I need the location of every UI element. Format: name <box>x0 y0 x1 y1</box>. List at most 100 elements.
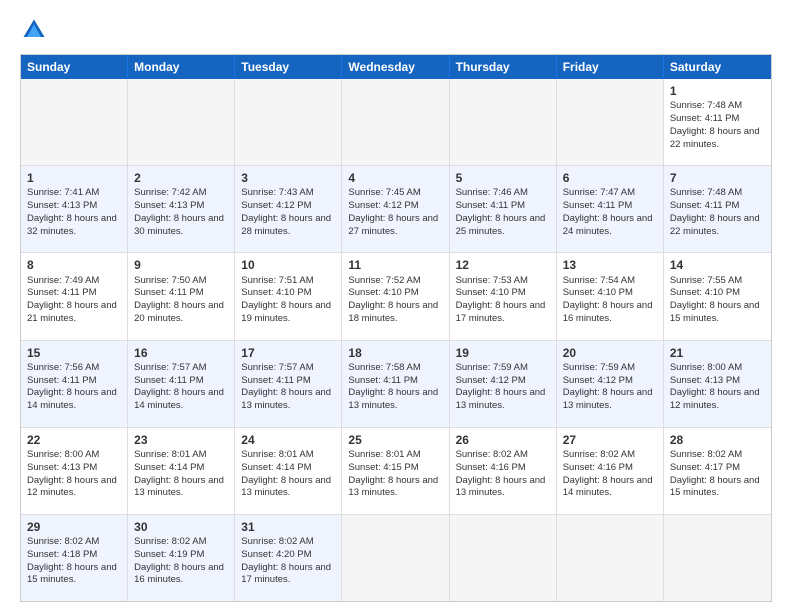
day-number: 10 <box>241 257 335 273</box>
calendar-row-1: 1Sunrise: 7:41 AM Sunset: 4:13 PM Daylig… <box>21 165 771 252</box>
day-header-thursday: Thursday <box>450 55 557 79</box>
day-number: 7 <box>670 170 765 186</box>
day-cell-29: 29Sunrise: 8:02 AM Sunset: 4:18 PM Dayli… <box>21 515 128 601</box>
day-cell-28: 28Sunrise: 8:02 AM Sunset: 4:17 PM Dayli… <box>664 428 771 514</box>
day-info: Sunrise: 7:53 AM Sunset: 4:10 PM Dayligh… <box>456 275 546 324</box>
day-cell-25: 25Sunrise: 8:01 AM Sunset: 4:15 PM Dayli… <box>342 428 449 514</box>
page: SundayMondayTuesdayWednesdayThursdayFrid… <box>0 0 792 612</box>
day-number: 21 <box>670 345 765 361</box>
day-info: Sunrise: 7:47 AM Sunset: 4:11 PM Dayligh… <box>563 187 653 236</box>
day-number: 24 <box>241 432 335 448</box>
empty-cell <box>450 515 557 601</box>
day-info: Sunrise: 7:50 AM Sunset: 4:11 PM Dayligh… <box>134 275 224 324</box>
day-cell-6: 6Sunrise: 7:47 AM Sunset: 4:11 PM Daylig… <box>557 166 664 252</box>
calendar-row-4: 22Sunrise: 8:00 AM Sunset: 4:13 PM Dayli… <box>21 427 771 514</box>
day-number: 3 <box>241 170 335 186</box>
empty-cell <box>342 79 449 165</box>
day-header-friday: Friday <box>557 55 664 79</box>
day-info: Sunrise: 7:45 AM Sunset: 4:12 PM Dayligh… <box>348 187 438 236</box>
day-info: Sunrise: 7:51 AM Sunset: 4:10 PM Dayligh… <box>241 275 331 324</box>
day-info: Sunrise: 7:52 AM Sunset: 4:10 PM Dayligh… <box>348 275 438 324</box>
day-number: 25 <box>348 432 442 448</box>
day-number: 8 <box>27 257 121 273</box>
calendar-row-0: 1Sunrise: 7:48 AM Sunset: 4:11 PM Daylig… <box>21 79 771 165</box>
day-info: Sunrise: 8:00 AM Sunset: 4:13 PM Dayligh… <box>27 449 117 498</box>
day-info: Sunrise: 8:02 AM Sunset: 4:18 PM Dayligh… <box>27 536 117 585</box>
day-number: 23 <box>134 432 228 448</box>
day-cell-15: 15Sunrise: 7:56 AM Sunset: 4:11 PM Dayli… <box>21 341 128 427</box>
day-cell-7: 7Sunrise: 7:48 AM Sunset: 4:11 PM Daylig… <box>664 166 771 252</box>
day-info: Sunrise: 8:01 AM Sunset: 4:15 PM Dayligh… <box>348 449 438 498</box>
day-info: Sunrise: 8:02 AM Sunset: 4:19 PM Dayligh… <box>134 536 224 585</box>
day-number: 1 <box>27 170 121 186</box>
empty-cell <box>557 79 664 165</box>
day-cell-31: 31Sunrise: 8:02 AM Sunset: 4:20 PM Dayli… <box>235 515 342 601</box>
empty-cell <box>557 515 664 601</box>
day-number: 19 <box>456 345 550 361</box>
day-number: 5 <box>456 170 550 186</box>
empty-cell <box>21 79 128 165</box>
day-info: Sunrise: 7:57 AM Sunset: 4:11 PM Dayligh… <box>134 362 224 411</box>
day-header-saturday: Saturday <box>664 55 771 79</box>
day-number: 13 <box>563 257 657 273</box>
calendar-body: 1 Sunrise: 7:48 AM Sunset: 4:11 PM Daylig… <box>21 79 771 601</box>
day-cell-18: 18Sunrise: 7:58 AM Sunset: 4:11 PM Dayli… <box>342 341 449 427</box>
calendar-row-3: 15Sunrise: 7:56 AM Sunset: 4:11 PM Dayli… <box>21 340 771 427</box>
day-number: 16 <box>134 345 228 361</box>
day-info: Sunrise: 7:58 AM Sunset: 4:11 PM Dayligh… <box>348 362 438 411</box>
day-cell-8: 8 Sunrise: 7:49 AM Sunset: 4:11 PM Daylig… <box>21 253 128 339</box>
day-cell-16: 16Sunrise: 7:57 AM Sunset: 4:11 PM Dayli… <box>128 341 235 427</box>
day-number: 26 <box>456 432 550 448</box>
day-number: 18 <box>348 345 442 361</box>
header <box>20 16 772 44</box>
calendar-row-5: 29Sunrise: 8:02 AM Sunset: 4:18 PM Dayli… <box>21 514 771 601</box>
empty-cell <box>128 79 235 165</box>
logo-icon <box>20 16 48 44</box>
day-cell-11: 11 Sunrise: 7:52 AM Sunset: 4:10 PM Dayli… <box>342 253 449 339</box>
day-cell-27: 27Sunrise: 8:02 AM Sunset: 4:16 PM Dayli… <box>557 428 664 514</box>
day-info: Sunrise: 7:55 AM Sunset: 4:10 PM Dayligh… <box>670 275 760 324</box>
calendar: SundayMondayTuesdayWednesdayThursdayFrid… <box>20 54 772 602</box>
day-info: Sunrise: 7:46 AM Sunset: 4:11 PM Dayligh… <box>456 187 546 236</box>
day-info: Sunrise: 7:49 AM Sunset: 4:11 PM Dayligh… <box>27 275 117 324</box>
day-cell-3: 3Sunrise: 7:43 AM Sunset: 4:12 PM Daylig… <box>235 166 342 252</box>
day-info: Sunrise: 8:01 AM Sunset: 4:14 PM Dayligh… <box>134 449 224 498</box>
day-cell-2: 2Sunrise: 7:42 AM Sunset: 4:13 PM Daylig… <box>128 166 235 252</box>
day-cell-10: 10 Sunrise: 7:51 AM Sunset: 4:10 PM Dayli… <box>235 253 342 339</box>
day-number: 2 <box>134 170 228 186</box>
day-cell-1: 1Sunrise: 7:48 AM Sunset: 4:11 PM Daylig… <box>664 79 771 165</box>
day-number: 29 <box>27 519 121 535</box>
day-number: 12 <box>456 257 550 273</box>
calendar-row-2: 8 Sunrise: 7:49 AM Sunset: 4:11 PM Daylig… <box>21 252 771 339</box>
day-cell-4: 4Sunrise: 7:45 AM Sunset: 4:12 PM Daylig… <box>342 166 449 252</box>
empty-cell <box>450 79 557 165</box>
day-header-sunday: Sunday <box>21 55 128 79</box>
day-cell-21: 21Sunrise: 8:00 AM Sunset: 4:13 PM Dayli… <box>664 341 771 427</box>
day-number: 28 <box>670 432 765 448</box>
day-number: 22 <box>27 432 121 448</box>
day-header-tuesday: Tuesday <box>235 55 342 79</box>
day-number: 14 <box>670 257 765 273</box>
day-info: Sunrise: 7:59 AM Sunset: 4:12 PM Dayligh… <box>456 362 546 411</box>
day-cell-1: 1Sunrise: 7:41 AM Sunset: 4:13 PM Daylig… <box>21 166 128 252</box>
day-cell-23: 23Sunrise: 8:01 AM Sunset: 4:14 PM Dayli… <box>128 428 235 514</box>
day-number: 6 <box>563 170 657 186</box>
day-info: Sunrise: 8:02 AM Sunset: 4:17 PM Dayligh… <box>670 449 760 498</box>
day-info: Sunrise: 7:43 AM Sunset: 4:12 PM Dayligh… <box>241 187 331 236</box>
day-number: 4 <box>348 170 442 186</box>
day-number: 17 <box>241 345 335 361</box>
day-info: Sunrise: 8:02 AM Sunset: 4:16 PM Dayligh… <box>563 449 653 498</box>
day-info: Sunrise: 8:02 AM Sunset: 4:20 PM Dayligh… <box>241 536 331 585</box>
day-header-monday: Monday <box>128 55 235 79</box>
calendar-header: SundayMondayTuesdayWednesdayThursdayFrid… <box>21 55 771 79</box>
empty-cell <box>235 79 342 165</box>
day-number: 11 <box>348 257 442 273</box>
empty-cell <box>664 515 771 601</box>
empty-cell <box>342 515 449 601</box>
day-info: Sunrise: 7:56 AM Sunset: 4:11 PM Dayligh… <box>27 362 117 411</box>
day-number: 9 <box>134 257 228 273</box>
day-info: Sunrise: 7:41 AM Sunset: 4:13 PM Dayligh… <box>27 187 117 236</box>
day-number: 15 <box>27 345 121 361</box>
day-info: Sunrise: 8:01 AM Sunset: 4:14 PM Dayligh… <box>241 449 331 498</box>
day-info: Sunrise: 7:48 AM Sunset: 4:11 PM Dayligh… <box>670 187 760 236</box>
